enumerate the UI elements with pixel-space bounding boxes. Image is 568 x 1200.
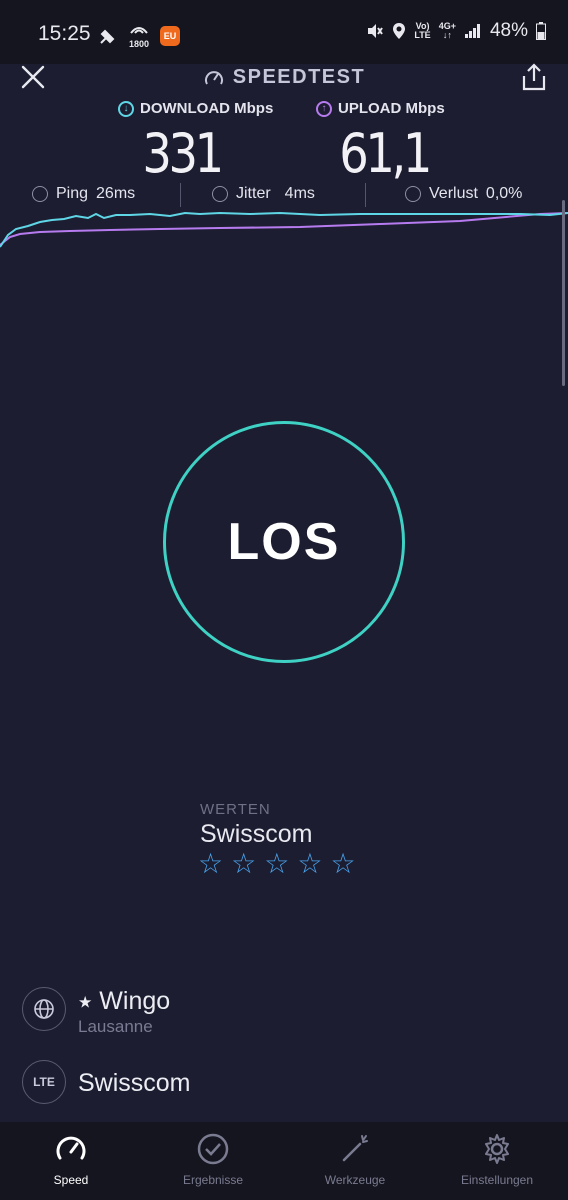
loss-icon [405, 186, 421, 202]
server-location: Lausanne [78, 1017, 153, 1036]
ping-icon [32, 186, 48, 202]
status-bar: 15:25 1800 EU Vo) LTE 4G+ ↓↑ 48% [0, 0, 568, 64]
download-value: 331 [142, 122, 224, 185]
location-icon [393, 23, 406, 39]
upload-arrow-icon: ↑ [316, 100, 332, 117]
nav-results[interactable]: Ergebnisse [142, 1122, 284, 1200]
stat-divider [365, 183, 366, 207]
nav-tools[interactable]: Werkzeuge [284, 1122, 426, 1200]
ping-value: 26ms [96, 185, 136, 202]
nav-results-label: Ergebnisse [182, 1173, 244, 1187]
rate-provider: Swisscom [200, 820, 313, 848]
wifi-calling-icon: 1800 [128, 22, 150, 49]
server-selector[interactable]: ★ Wingo Lausanne [22, 987, 542, 1037]
globe-icon [22, 987, 66, 1031]
jitter-stat: Jitter 4ms [212, 185, 315, 203]
nav-speed[interactable]: Speed [0, 1122, 142, 1200]
download-arrow-icon: ↓ [118, 100, 134, 117]
scrollbar[interactable] [562, 200, 565, 386]
gear-icon [485, 1134, 509, 1164]
magic-wand-icon [342, 1135, 368, 1162]
app-notification-icon: EU [160, 25, 180, 46]
loss-value: 0,0% [485, 185, 523, 202]
connection-info: LTE Swisscom [22, 1060, 542, 1110]
nav-settings[interactable]: Einstellungen [426, 1122, 568, 1200]
check-circle-icon [197, 1133, 229, 1165]
signal-icon [464, 24, 480, 38]
jitter-label: Jitter [236, 185, 271, 202]
favorite-star-icon: ★ [78, 994, 93, 1012]
upload-value: 61,1 [339, 122, 432, 185]
status-time: 15:25 [38, 22, 91, 45]
speed-graph [0, 211, 568, 248]
loss-label: Verlust [429, 185, 478, 202]
app-header: SPEEDTEST [0, 62, 568, 94]
ping-label: Ping [56, 185, 89, 202]
battery-percent: 48% [489, 20, 528, 41]
app-title: SPEEDTEST [0, 66, 568, 89]
go-button[interactable]: LOS [163, 421, 405, 663]
stat-divider [180, 183, 181, 207]
ping-stat: Ping 26ms [32, 185, 135, 203]
status-left-icons: 1800 EU [98, 22, 180, 49]
star-icon[interactable]: ☆ [297, 847, 322, 880]
lte-icon: LTE [22, 1060, 66, 1104]
connection-provider: Swisscom [78, 1069, 191, 1097]
volte-indicator: Vo) LTE [414, 21, 431, 40]
star-icon[interactable]: ☆ [198, 847, 223, 880]
mute-icon [368, 24, 384, 38]
star-icon[interactable]: ☆ [264, 847, 289, 880]
jitter-icon [212, 186, 228, 202]
loss-stat: Verlust 0,0% [405, 185, 522, 203]
app-title-text: SPEEDTEST [232, 66, 366, 88]
server-name: ★ Wingo [78, 987, 171, 1015]
satellite-icon [100, 29, 115, 44]
bottom-nav: Speed Ergebnisse Werkzeuge Einstellungen [0, 1122, 568, 1200]
speedometer-logo-icon [204, 70, 223, 84]
go-button-label: LOS [227, 513, 341, 571]
status-right-icons: Vo) LTE 4G+ ↓↑ 48% [366, 20, 546, 42]
upload-label: ↑ UPLOAD Mbps [316, 100, 445, 117]
nav-settings-label: Einstellungen [460, 1173, 534, 1187]
star-rating[interactable]: ☆ ☆ ☆ ☆ ☆ [198, 847, 356, 880]
carrier-sub-label: 1800 [128, 39, 150, 49]
jitter-value: 4ms [284, 185, 315, 202]
download-label: ↓ DOWNLOAD Mbps [118, 100, 273, 117]
rate-label: WERTEN [200, 801, 271, 818]
share-icon[interactable] [520, 62, 548, 92]
network-type-indicator: 4G+ ↓↑ [438, 21, 456, 40]
battery-icon [536, 22, 546, 40]
nav-tools-label: Werkzeuge [324, 1173, 386, 1187]
star-icon[interactable]: ☆ [330, 847, 355, 880]
star-icon[interactable]: ☆ [231, 847, 256, 880]
nav-speed-label: Speed [53, 1173, 89, 1187]
speedometer-icon [56, 1136, 86, 1160]
